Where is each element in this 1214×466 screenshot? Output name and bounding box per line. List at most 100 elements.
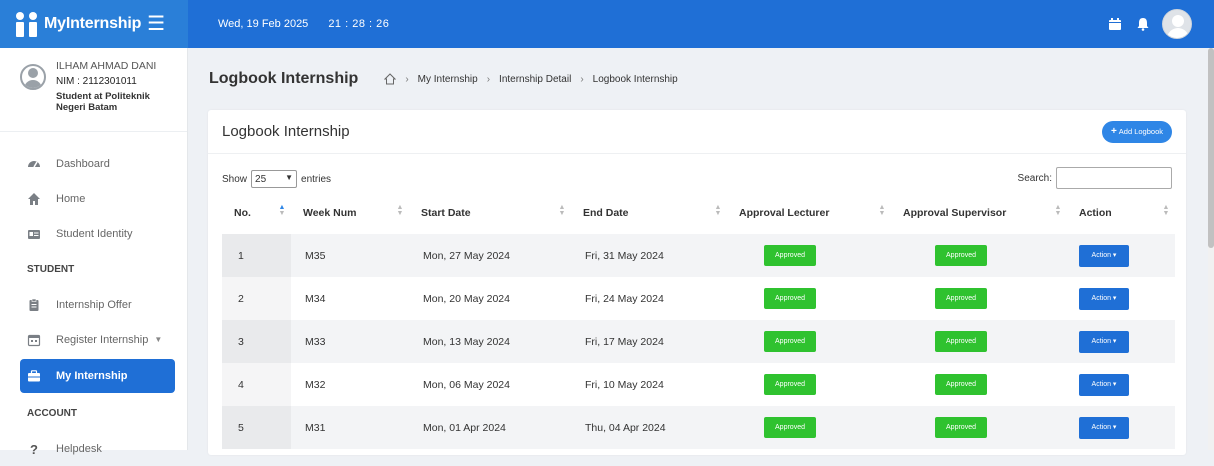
sidebar-item-dashboard[interactable]: Dashboard <box>0 146 187 181</box>
sidebar-item-internship-offer[interactable]: Internship Offer <box>0 287 187 322</box>
cell-end-date: Thu, 04 Apr 2024 <box>571 406 727 449</box>
cell-end-date: Fri, 17 May 2024 <box>571 320 727 363</box>
action-dropdown-button[interactable]: Action ▾ <box>1079 330 1129 353</box>
approved-badge: Approved <box>935 245 987 266</box>
column-header-label: Start Date <box>421 207 471 219</box>
search-input[interactable] <box>1056 167 1172 189</box>
cell-start-date: Mon, 06 May 2024 <box>423 378 510 391</box>
sort-icon: ▲ ▼ <box>1054 204 1062 217</box>
column-header-label: Approval Lecturer <box>739 207 830 219</box>
approved-badge: Approved <box>764 374 816 395</box>
column-header-label: Approval Supervisor <box>903 207 1007 219</box>
cell-action: Action ▾ <box>1067 234 1175 277</box>
plus-icon: + <box>1110 126 1117 137</box>
cell-end-date: Fri, 10 May 2024 <box>585 378 664 391</box>
current-date: Wed, 19 Feb 2025 <box>218 18 309 30</box>
cell-week: M35 <box>291 234 409 277</box>
breadcrumb-separator-icon: › <box>405 73 409 85</box>
cell-start-date: Mon, 20 May 2024 <box>423 292 510 305</box>
sort-icon: ▲ ▼ <box>558 204 566 217</box>
table-toolbar: Show 25 ▼ entries Search: <box>208 154 1186 204</box>
sidebar-item-home[interactable]: Home <box>0 181 187 216</box>
dashboard-icon <box>28 160 40 167</box>
current-time: 21 : 28 : 26 <box>328 18 390 30</box>
sidebar-item-label: Student Identity <box>56 227 133 240</box>
sidebar-section-account: ACCOUNT <box>27 407 77 419</box>
breadcrumb-item[interactable]: My Internship <box>418 74 478 85</box>
column-header-approval-supervisor[interactable]: Approval Supervisor ▲ ▼ <box>891 204 1067 234</box>
sidebar-menu: Dashboard Home Student Identity STUDENT … <box>0 132 187 466</box>
table-row: 3 M33 Mon, 13 May 2024 Fri, 17 May 2024 … <box>222 320 1175 363</box>
card-title: Logbook Internship <box>222 123 350 140</box>
calendar-icon[interactable] <box>1108 17 1122 31</box>
sort-icon: ▲ ▼ <box>396 204 404 217</box>
sort-icon: ▲ ▼ <box>878 204 886 217</box>
user-avatar[interactable] <box>1162 9 1192 39</box>
entries-select[interactable]: 25 ▼ <box>251 170 298 188</box>
cell-no: 4 <box>222 363 291 406</box>
top-bar: MyInternship ☰ Wed, 19 Feb 2025 21 : 28 … <box>0 0 1214 48</box>
hamburger-menu-icon[interactable]: ☰ <box>147 14 165 34</box>
add-logbook-button[interactable]: + Add Logbook <box>1101 120 1172 143</box>
profile-nim: NIM : 2112301011 <box>56 76 137 87</box>
cell-approval-lecturer: Approved <box>727 277 891 320</box>
top-nav: Wed, 19 Feb 2025 21 : 28 : 26 <box>188 0 1214 48</box>
sidebar-item-label: Register Internship <box>56 333 149 346</box>
briefcase-icon <box>28 370 40 382</box>
sidebar-item-label: Helpdesk <box>56 442 102 455</box>
action-dropdown-button[interactable]: Action ▾ <box>1079 287 1129 310</box>
sidebar-item-label: My Internship <box>56 370 128 382</box>
cell-approval-lecturer: Approved <box>727 363 891 406</box>
cell-action: Action ▾ <box>1067 320 1175 363</box>
cell-start-date: Mon, 27 May 2024 <box>409 234 571 277</box>
cell-end-date: Fri, 24 May 2024 <box>585 292 664 305</box>
sidebar-item-student-identity[interactable]: Student Identity <box>0 216 187 251</box>
action-dropdown-button[interactable]: Action ▾ <box>1079 244 1129 267</box>
cell-end-date: Fri, 31 May 2024 <box>571 234 727 277</box>
sidebar-item-helpdesk[interactable]: ? Helpdesk <box>0 431 187 466</box>
sidebar-item-register-internship[interactable]: Register Internship ▼ <box>0 322 187 357</box>
cell-no: 5 <box>222 406 291 449</box>
column-header-label: No. <box>234 207 251 219</box>
scrollbar-thumb[interactable] <box>1208 48 1214 248</box>
profile-panel: ILHAM AHMAD DANI NIM : 2112301011 Studen… <box>0 48 187 132</box>
table-row: 4 M32 Mon, 06 May 2024 Fri, 10 May 2024 … <box>222 363 1175 406</box>
cell-no: 2 <box>222 277 291 320</box>
column-header-label: Action <box>1079 207 1112 219</box>
question-icon: ? <box>30 442 38 456</box>
column-header-action[interactable]: Action ▲ ▼ <box>1067 204 1175 234</box>
cell-approval-supervisor: Approved <box>891 406 1067 449</box>
approved-badge: Approved <box>935 331 987 352</box>
svg-text:?: ? <box>30 442 38 456</box>
column-header-approval-lecturer[interactable]: Approval Lecturer ▲ ▼ <box>727 204 891 234</box>
sort-icon: ▲ ▼ <box>1162 204 1170 217</box>
card-header: Logbook Internship + Add Logbook <box>208 110 1186 154</box>
page-scrollbar[interactable] <box>1208 48 1214 450</box>
cell-approval-lecturer: Approved <box>727 320 891 363</box>
main-content: Logbook Internship › My Internship › Int… <box>188 48 1214 455</box>
column-header-start-date[interactable]: Start Date ▲ ▼ <box>409 204 571 234</box>
breadcrumb-item[interactable]: Internship Detail <box>499 74 571 85</box>
column-header-no[interactable]: No. ▲ ▼ <box>222 204 291 234</box>
action-dropdown-button[interactable]: Action ▾ <box>1079 373 1129 396</box>
action-dropdown-button[interactable]: Action ▾ <box>1079 416 1129 439</box>
entries-label: entries <box>301 173 332 185</box>
column-header-week-num[interactable]: Week Num ▲ ▼ <box>291 204 409 234</box>
brand[interactable]: MyInternship ☰ <box>0 0 188 48</box>
home-icon[interactable] <box>384 73 397 85</box>
profile-avatar <box>20 64 46 90</box>
column-header-end-date[interactable]: End Date ▲ ▼ <box>571 204 727 234</box>
cell-start-date: Mon, 13 May 2024 <box>409 320 571 363</box>
entries-value: 25 <box>255 173 267 185</box>
add-logbook-label: Add Logbook <box>1118 127 1163 136</box>
sidebar-item-label: Home <box>56 192 86 205</box>
clipboard-icon <box>29 298 39 311</box>
page-header: Logbook Internship › My Internship › Int… <box>188 48 1214 110</box>
sort-icon: ▲ ▼ <box>278 204 286 217</box>
sidebar-item-my-internship[interactable]: My Internship <box>20 359 175 393</box>
column-header-label: Week Num <box>303 207 357 219</box>
bell-icon[interactable] <box>1136 17 1150 31</box>
brand-name: MyInternship <box>44 15 142 32</box>
sidebar: ILHAM AHMAD DANI NIM : 2112301011 Studen… <box>0 48 188 456</box>
chevron-down-icon: ▼ <box>285 173 294 182</box>
